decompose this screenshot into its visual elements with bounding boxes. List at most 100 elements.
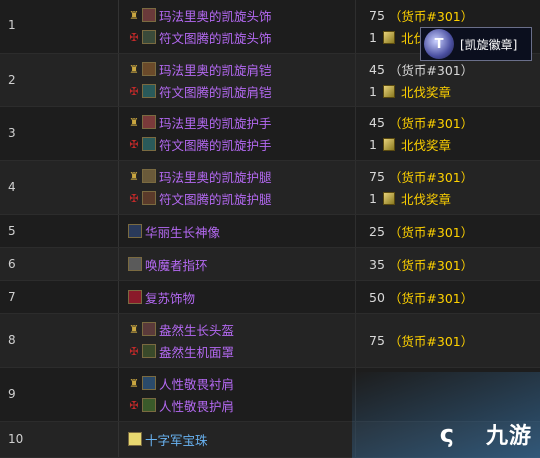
alliance-item-line[interactable]: ♜ 玛法里奥的凯旋肩铠 bbox=[128, 60, 272, 78]
item-link[interactable]: 盎然生机面罩 bbox=[159, 342, 234, 361]
table-row: 3 ♜ 玛法里奥的凯旋护手 ✠ 符文图腾的凯旋护手 45 （货币#301） 1 … bbox=[0, 107, 540, 161]
table-row: 4 ♜ 玛法里奥的凯旋护腿 ✠ 符文图腾的凯旋护腿 75 （货币#301） 1 … bbox=[0, 161, 540, 215]
cost-amount: 1 bbox=[369, 136, 377, 152]
currency-link[interactable]: 北伐奖章 bbox=[401, 135, 451, 154]
horde-icon: ✠ bbox=[129, 30, 139, 44]
item-link[interactable]: 玛法里奥的凯旋肩铠 bbox=[159, 60, 272, 79]
cost-line: 1 北伐奖章 bbox=[369, 82, 451, 100]
tooltip-label: [凯旋徽章] bbox=[460, 37, 518, 52]
horde-icon: ✠ bbox=[129, 137, 139, 151]
alliance-icon: ♜ bbox=[129, 62, 139, 76]
alliance-item-line[interactable]: ♜ 玛法里奥的凯旋头饰 bbox=[128, 6, 272, 24]
cost-line: 1 北伐奖章 bbox=[369, 189, 451, 207]
currency-link[interactable]: 北伐奖章 bbox=[401, 189, 451, 208]
currency-link[interactable]: （货币#301） bbox=[389, 167, 473, 186]
cost-line: 75 （货币#301） bbox=[369, 167, 473, 185]
shoulder-icon bbox=[142, 398, 156, 412]
horde-icon: ✠ bbox=[129, 344, 139, 358]
item-link[interactable]: 玛法里奥的凯旋护手 bbox=[159, 113, 272, 132]
currency-link[interactable]: （货币#301） bbox=[389, 331, 473, 350]
item-line[interactable]: 唤魔者指环 bbox=[128, 255, 208, 273]
currency-link[interactable]: （货币#301） bbox=[389, 60, 473, 79]
idol-icon bbox=[128, 224, 142, 238]
item-link[interactable]: 唤魔者指环 bbox=[145, 255, 208, 274]
row-index: 6 bbox=[8, 257, 16, 271]
horde-icon: ✠ bbox=[129, 398, 139, 412]
item-link[interactable]: 复苏饰物 bbox=[145, 288, 195, 307]
item-link[interactable]: 玛法里奥的凯旋护腿 bbox=[159, 167, 272, 186]
cost-amount: 50 bbox=[369, 289, 385, 305]
orb-icon bbox=[128, 432, 142, 446]
cost-amount: 25 bbox=[369, 223, 385, 239]
watermark: ς 九游 bbox=[352, 372, 540, 458]
alliance-item-line[interactable]: ♜ 盎然生长头盔 bbox=[128, 320, 234, 338]
table-row: 7 复苏饰物 50 （货币#301） bbox=[0, 281, 540, 314]
alliance-item-line[interactable]: ♜ 玛法里奥的凯旋护腿 bbox=[128, 167, 272, 185]
emblem-of-triumph-icon: T bbox=[424, 29, 454, 59]
currency-link[interactable]: （货币#301） bbox=[389, 288, 473, 307]
helm-icon bbox=[142, 30, 156, 44]
horde-item-line[interactable]: ✠ 盎然生机面罩 bbox=[128, 342, 234, 360]
table-row: 6 唤魔者指环 35 （货币#301） bbox=[0, 248, 540, 281]
currency-link[interactable]: （货币#301） bbox=[389, 255, 473, 274]
cost-amount: 1 bbox=[369, 29, 377, 45]
cost-line: 50 （货币#301） bbox=[369, 288, 473, 306]
table-row: 2 ♜ 玛法里奥的凯旋肩铠 ✠ 符文图腾的凯旋肩铠 45 （货币#301） 1 … bbox=[0, 54, 540, 107]
table-row: 8 ♜ 盎然生长头盔 ✠ 盎然生机面罩 75 （货币#301） bbox=[0, 314, 540, 368]
alliance-icon: ♜ bbox=[129, 376, 139, 390]
medal-icon bbox=[382, 30, 395, 44]
gloves-icon bbox=[142, 115, 156, 129]
alliance-item-line[interactable]: ♜ 人性敬畏衬肩 bbox=[128, 374, 234, 392]
item-line[interactable]: 华丽生长神像 bbox=[128, 222, 220, 240]
item-link[interactable]: 符文图腾的凯旋头饰 bbox=[159, 28, 272, 47]
currency-link[interactable]: （货币#301） bbox=[389, 222, 473, 241]
alliance-item-line[interactable]: ♜ 玛法里奥的凯旋护手 bbox=[128, 113, 272, 131]
shoulder-icon bbox=[142, 84, 156, 98]
shoulder-icon bbox=[142, 376, 156, 390]
gloves-icon bbox=[142, 137, 156, 151]
item-link[interactable]: 符文图腾的凯旋肩铠 bbox=[159, 82, 272, 101]
item-link[interactable]: 人性敬畏护肩 bbox=[159, 396, 234, 415]
watermark-text: 九游 bbox=[485, 424, 532, 449]
row-index: 8 bbox=[8, 333, 16, 347]
trinket-icon bbox=[128, 290, 142, 304]
item-link[interactable]: 华丽生长神像 bbox=[145, 222, 220, 241]
medal-icon bbox=[382, 84, 395, 98]
item-link[interactable]: 符文图腾的凯旋护手 bbox=[159, 135, 272, 154]
cost-line: 75 （货币#301） bbox=[369, 6, 473, 24]
horde-item-line[interactable]: ✠ 符文图腾的凯旋护腿 bbox=[128, 189, 272, 207]
cost-line: 1 北伐 bbox=[369, 28, 426, 46]
row-index: 2 bbox=[8, 73, 16, 87]
helm-icon bbox=[142, 344, 156, 358]
item-link[interactable]: 十字军宝珠 bbox=[145, 430, 208, 449]
medal-icon bbox=[382, 191, 395, 205]
horde-item-line[interactable]: ✠ 人性敬畏护肩 bbox=[128, 396, 234, 414]
row-index: 5 bbox=[8, 224, 16, 238]
item-line[interactable]: 十字军宝珠 bbox=[128, 430, 208, 448]
item-line[interactable]: 复苏饰物 bbox=[128, 288, 195, 306]
item-link[interactable]: 人性敬畏衬肩 bbox=[159, 374, 234, 393]
horde-item-line[interactable]: ✠ 符文图腾的凯旋肩铠 bbox=[128, 82, 272, 100]
cost-amount: 35 bbox=[369, 256, 385, 272]
currency-link[interactable]: （货币#301） bbox=[389, 6, 473, 25]
horde-item-line[interactable]: ✠ 符文图腾的凯旋护手 bbox=[128, 135, 272, 153]
row-index: 7 bbox=[8, 290, 16, 304]
cost-line: 1 北伐奖章 bbox=[369, 135, 451, 153]
alliance-icon: ♜ bbox=[129, 322, 139, 336]
item-link[interactable]: 玛法里奥的凯旋头饰 bbox=[159, 6, 272, 25]
helm-icon bbox=[142, 322, 156, 336]
legs-icon bbox=[142, 169, 156, 183]
item-link[interactable]: 盎然生长头盔 bbox=[159, 320, 234, 339]
currency-link[interactable]: （货币#301） bbox=[389, 113, 473, 132]
currency-link[interactable]: 北伐奖章 bbox=[401, 82, 451, 101]
item-link[interactable]: 符文图腾的凯旋护腿 bbox=[159, 189, 272, 208]
row-index: 1 bbox=[8, 18, 16, 32]
helm-icon bbox=[142, 8, 156, 22]
horde-item-line[interactable]: ✠ 符文图腾的凯旋头饰 bbox=[128, 28, 272, 46]
watermark-logo-icon: ς bbox=[439, 420, 454, 448]
table-row: 5 华丽生长神像 25 （货币#301） bbox=[0, 215, 540, 248]
medal-icon bbox=[382, 137, 395, 151]
cost-line: 35 （货币#301） bbox=[369, 255, 473, 273]
cost-amount: 75 bbox=[369, 332, 385, 348]
horde-icon: ✠ bbox=[129, 191, 139, 205]
